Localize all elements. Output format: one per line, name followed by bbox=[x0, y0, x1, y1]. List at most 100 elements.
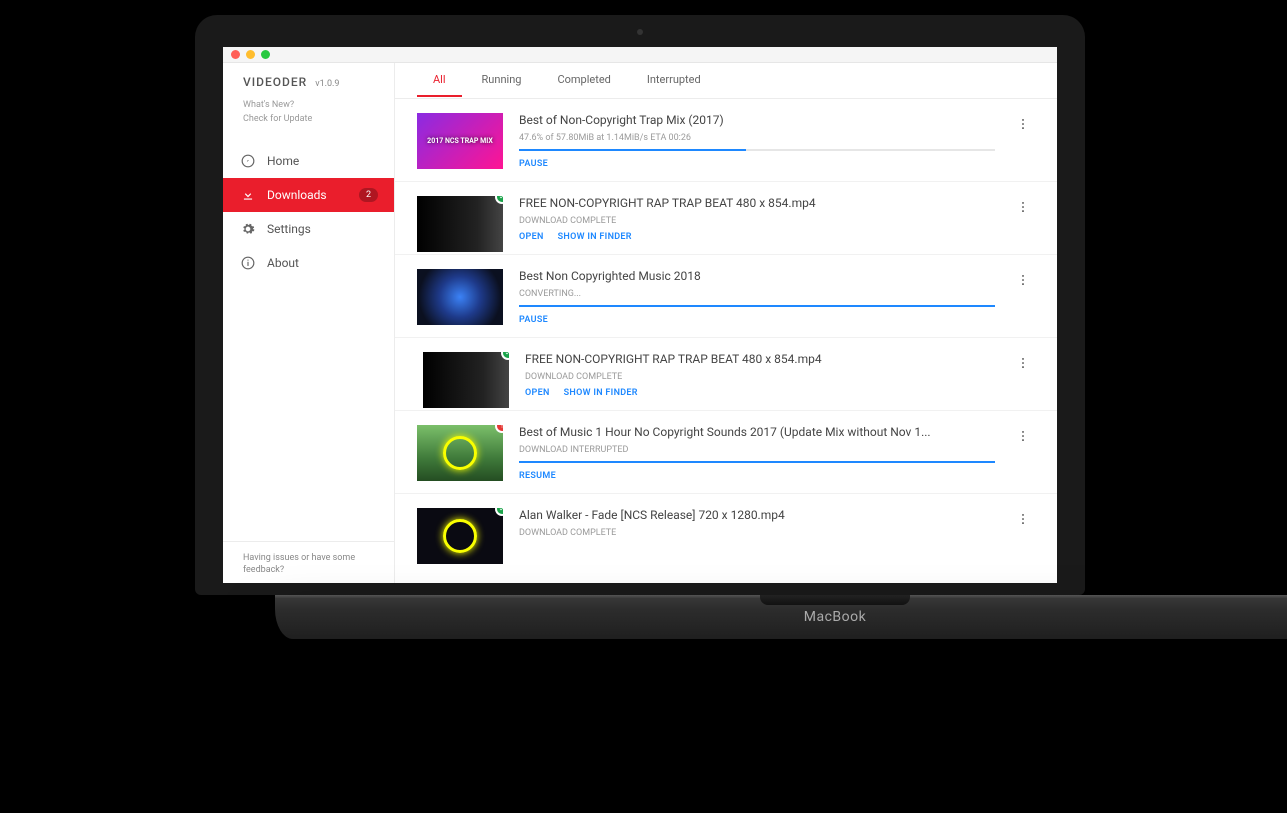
row-menu-button[interactable] bbox=[1011, 196, 1035, 254]
row-subtitle: DOWNLOAD COMPLETE bbox=[525, 372, 995, 382]
thumbnail[interactable] bbox=[423, 352, 509, 408]
sidebar-footer: Having issues or have some feedback? bbox=[223, 541, 394, 583]
thumbnail[interactable]: 2017 NCS TRAP MIX bbox=[417, 113, 503, 169]
row-title: Best Non Copyrighted Music 2018 bbox=[519, 269, 995, 283]
device-label: MacBook bbox=[804, 609, 866, 625]
download-list[interactable]: 2017 NCS TRAP MIX Best of Non-Copyright … bbox=[395, 99, 1057, 583]
row-actions: PAUSE bbox=[519, 159, 995, 169]
thumbnail[interactable] bbox=[417, 196, 503, 252]
nav-label: About bbox=[267, 256, 299, 270]
row-menu-button[interactable] bbox=[1011, 508, 1035, 564]
row-title: Best of Music 1 Hour No Copyright Sounds… bbox=[519, 425, 995, 439]
hinge-notch bbox=[760, 595, 910, 605]
window-close-button[interactable] bbox=[231, 50, 240, 59]
row-subtitle: DOWNLOAD INTERRUPTED bbox=[519, 445, 995, 455]
camera-dot bbox=[637, 29, 643, 35]
nav-label: Downloads bbox=[267, 188, 327, 202]
window-maximize-button[interactable] bbox=[261, 50, 270, 59]
row-title: FREE NON-COPYRIGHT RAP TRAP BEAT 480 x 8… bbox=[525, 352, 995, 366]
app-window: VIDEODER v1.0.9 What's New? Check for Up… bbox=[223, 47, 1057, 583]
window-minimize-button[interactable] bbox=[246, 50, 255, 59]
sidebar: VIDEODER v1.0.9 What's New? Check for Up… bbox=[223, 63, 395, 583]
row-body: Best Non Copyrighted Music 2018 CONVERTI… bbox=[519, 269, 995, 337]
show-in-finder-button[interactable]: SHOW IN FINDER bbox=[564, 388, 638, 398]
quick-links: What's New? Check for Update bbox=[223, 95, 394, 140]
nav: Home Downloads 2 bbox=[223, 144, 394, 280]
download-row: Best Non Copyrighted Music 2018 CONVERTI… bbox=[395, 255, 1057, 338]
row-body: Alan Walker - Fade [NCS Release] 720 x 1… bbox=[519, 508, 995, 564]
open-button[interactable]: OPEN bbox=[519, 232, 544, 242]
row-actions: PAUSE bbox=[519, 315, 995, 325]
nav-label: Settings bbox=[267, 222, 311, 236]
tab-all[interactable]: All bbox=[417, 64, 462, 97]
status-complete-icon bbox=[495, 508, 503, 516]
status-complete-icon bbox=[501, 352, 509, 360]
status-error-icon bbox=[495, 425, 503, 433]
laptop-frame: VIDEODER v1.0.9 What's New? Check for Up… bbox=[195, 15, 1085, 615]
download-row: FREE NON-COPYRIGHT RAP TRAP BEAT 480 x 8… bbox=[395, 182, 1057, 255]
feedback-prompt: Having issues or have some feedback? bbox=[243, 552, 378, 577]
row-title: Best of Non-Copyright Trap Mix (2017) bbox=[519, 113, 995, 127]
row-body: Best of Music 1 Hour No Copyright Sounds… bbox=[519, 425, 995, 493]
open-button[interactable]: OPEN bbox=[525, 388, 550, 398]
thumbnail[interactable] bbox=[417, 269, 503, 325]
ncs-ring-icon bbox=[443, 436, 477, 470]
nav-item-about[interactable]: About bbox=[223, 246, 394, 280]
whats-new-link[interactable]: What's New? bbox=[243, 99, 378, 113]
tabs: All Running Completed Interrupted bbox=[395, 63, 1057, 99]
thumbnail[interactable] bbox=[417, 508, 503, 564]
tab-completed[interactable]: Completed bbox=[541, 64, 626, 97]
row-body: FREE NON-COPYRIGHT RAP TRAP BEAT 480 x 8… bbox=[525, 352, 995, 410]
thumbnail[interactable] bbox=[417, 425, 503, 481]
progress-bar bbox=[519, 305, 995, 307]
check-update-link[interactable]: Check for Update bbox=[243, 113, 378, 127]
ncs-ring-icon bbox=[443, 519, 477, 553]
download-icon bbox=[241, 188, 255, 202]
resume-button[interactable]: RESUME bbox=[519, 471, 556, 481]
download-row: Best of Music 1 Hour No Copyright Sounds… bbox=[395, 411, 1057, 494]
progress-bar bbox=[519, 461, 995, 463]
row-title: Alan Walker - Fade [NCS Release] 720 x 1… bbox=[519, 508, 995, 522]
laptop-base: MacBook bbox=[275, 595, 1287, 639]
tab-running[interactable]: Running bbox=[466, 64, 538, 97]
pause-button[interactable]: PAUSE bbox=[519, 159, 548, 169]
main: All Running Completed Interrupted 2017 N… bbox=[395, 63, 1057, 583]
row-subtitle: DOWNLOAD COMPLETE bbox=[519, 528, 995, 538]
progress-bar bbox=[519, 149, 995, 151]
row-title: FREE NON-COPYRIGHT RAP TRAP BEAT 480 x 8… bbox=[519, 196, 995, 210]
progress-fill bbox=[519, 305, 995, 307]
show-in-finder-button[interactable]: SHOW IN FINDER bbox=[558, 232, 632, 242]
row-menu-button[interactable] bbox=[1011, 352, 1035, 410]
row-actions: OPEN SHOW IN FINDER bbox=[519, 232, 995, 242]
row-menu-button[interactable] bbox=[1011, 269, 1035, 337]
row-body: FREE NON-COPYRIGHT RAP TRAP BEAT 480 x 8… bbox=[519, 196, 995, 254]
thumbnail-label: 2017 NCS TRAP MIX bbox=[427, 137, 493, 145]
nav-label: Home bbox=[267, 154, 299, 168]
row-menu-button[interactable] bbox=[1011, 113, 1035, 181]
compass-icon bbox=[241, 154, 255, 168]
download-row: Alan Walker - Fade [NCS Release] 720 x 1… bbox=[395, 494, 1057, 564]
nav-item-settings[interactable]: Settings bbox=[223, 212, 394, 246]
download-row: 2017 NCS TRAP MIX Best of Non-Copyright … bbox=[395, 99, 1057, 182]
row-body: Best of Non-Copyright Trap Mix (2017) 47… bbox=[519, 113, 995, 181]
row-actions: OPEN SHOW IN FINDER bbox=[525, 388, 995, 398]
window-chrome bbox=[223, 47, 1057, 63]
download-row: FREE NON-COPYRIGHT RAP TRAP BEAT 480 x 8… bbox=[395, 338, 1057, 411]
app-body: VIDEODER v1.0.9 What's New? Check for Up… bbox=[223, 63, 1057, 583]
tab-interrupted[interactable]: Interrupted bbox=[631, 64, 717, 97]
progress-fill bbox=[519, 149, 746, 151]
screen-bezel: VIDEODER v1.0.9 What's New? Check for Up… bbox=[195, 15, 1085, 595]
nav-item-home[interactable]: Home bbox=[223, 144, 394, 178]
row-subtitle: DOWNLOAD COMPLETE bbox=[519, 216, 995, 226]
row-subtitle: CONVERTING... bbox=[519, 289, 995, 299]
status-complete-icon bbox=[495, 196, 503, 204]
nav-item-downloads[interactable]: Downloads 2 bbox=[223, 178, 394, 212]
row-menu-button[interactable] bbox=[1011, 425, 1035, 493]
downloads-badge: 2 bbox=[359, 188, 378, 202]
brand: VIDEODER v1.0.9 bbox=[223, 63, 394, 95]
row-actions: RESUME bbox=[519, 471, 995, 481]
progress-fill bbox=[519, 461, 995, 463]
row-subtitle: 47.6% of 57.80MiB at 1.14MiB/s ETA 00:26 bbox=[519, 133, 995, 143]
pause-button[interactable]: PAUSE bbox=[519, 315, 548, 325]
brand-version: v1.0.9 bbox=[315, 79, 339, 89]
